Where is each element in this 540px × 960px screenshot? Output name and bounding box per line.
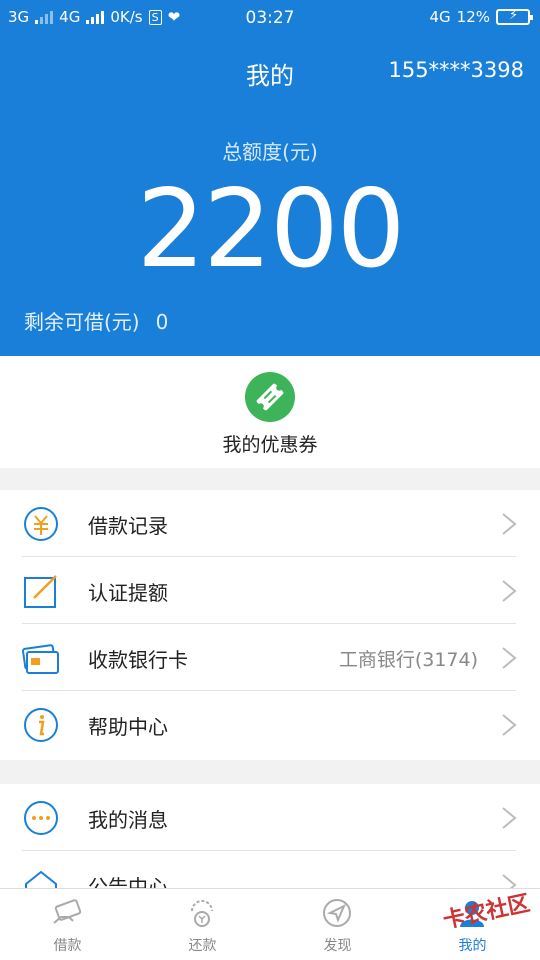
- remaining-quota: 剩余可借(元) 0: [24, 306, 168, 335]
- coupon-label: 我的优惠券: [222, 434, 318, 456]
- battery-icon: ⚡: [496, 8, 533, 25]
- tab-label: 发现: [323, 938, 352, 954]
- tab-repay[interactable]: 还款: [135, 889, 270, 960]
- menu-item-notice-center[interactable]: 公告中心: [0, 851, 540, 888]
- status-bar: 3G 4G 0K/s S ❤ 03:27 4G 12% ⚡: [0, 0, 540, 36]
- tab-label: 还款: [188, 938, 217, 954]
- chevron-right-icon: [502, 580, 517, 602]
- menu-item-verify-limit[interactable]: 认证提额: [0, 557, 540, 624]
- phone-number: 155****3398: [388, 58, 524, 82]
- status-right: 4G 12% ⚡: [429, 8, 533, 26]
- total-quota-label: 总额度(元): [222, 140, 318, 164]
- tab-label: 借款: [53, 938, 82, 954]
- menu-item-label: 借款记录: [88, 514, 168, 538]
- coupon-entry[interactable]: 我的优惠券: [0, 356, 540, 468]
- yuan-icon: [24, 507, 58, 541]
- remaining-quota-label: 剩余可借(元): [24, 310, 140, 334]
- menu-item-bank-card[interactable]: 收款银行卡 工商银行(3174): [0, 624, 540, 691]
- remaining-quota-value: 0: [155, 310, 169, 334]
- bank-card-value: 工商银行(3174): [338, 649, 478, 671]
- loan-icon: [53, 899, 82, 924]
- chevron-right-icon: [502, 513, 517, 535]
- edit-icon: [24, 575, 57, 608]
- tab-label: 我的: [458, 938, 487, 954]
- total-quota-value: 2200: [136, 167, 406, 292]
- menu-item-loan-records[interactable]: 借款记录: [0, 490, 540, 557]
- chevron-right-icon: [502, 807, 517, 829]
- message-icon: [24, 801, 58, 835]
- bank-card-icon: [22, 644, 59, 674]
- discover-icon: [323, 899, 351, 927]
- menu-item-label: 帮助中心: [88, 715, 168, 739]
- info-icon: [24, 708, 58, 742]
- notice-icon: [25, 870, 57, 888]
- chevron-right-icon: [502, 714, 517, 736]
- menu-group-messages: 我的消息 公告中心: [0, 784, 540, 888]
- profile-header: 我的 155****3398 总额度(元) 2200 剩余可借(元) 0: [0, 36, 540, 356]
- chevron-right-icon: [502, 874, 517, 888]
- battery-percent: 12%: [456, 8, 490, 26]
- menu-group-main: 借款记录 认证提额 收款银行卡 工商银行(3174) 帮助中心: [0, 490, 540, 760]
- coupon-icon: [245, 372, 295, 422]
- menu-item-my-messages[interactable]: 我的消息: [0, 784, 540, 851]
- repay-icon: [191, 900, 213, 927]
- chevron-right-icon: [502, 647, 517, 669]
- network-4g-label-right: 4G: [429, 8, 451, 26]
- menu-item-label: 我的消息: [88, 808, 168, 832]
- menu-item-label: 认证提额: [88, 581, 168, 605]
- menu-item-help-center[interactable]: 帮助中心: [0, 691, 540, 758]
- menu-item-label: 公告中心: [88, 875, 168, 888]
- tab-loan[interactable]: 借款: [0, 889, 135, 960]
- menu-item-label: 收款银行卡: [88, 648, 188, 672]
- tab-discover[interactable]: 发现: [270, 889, 405, 960]
